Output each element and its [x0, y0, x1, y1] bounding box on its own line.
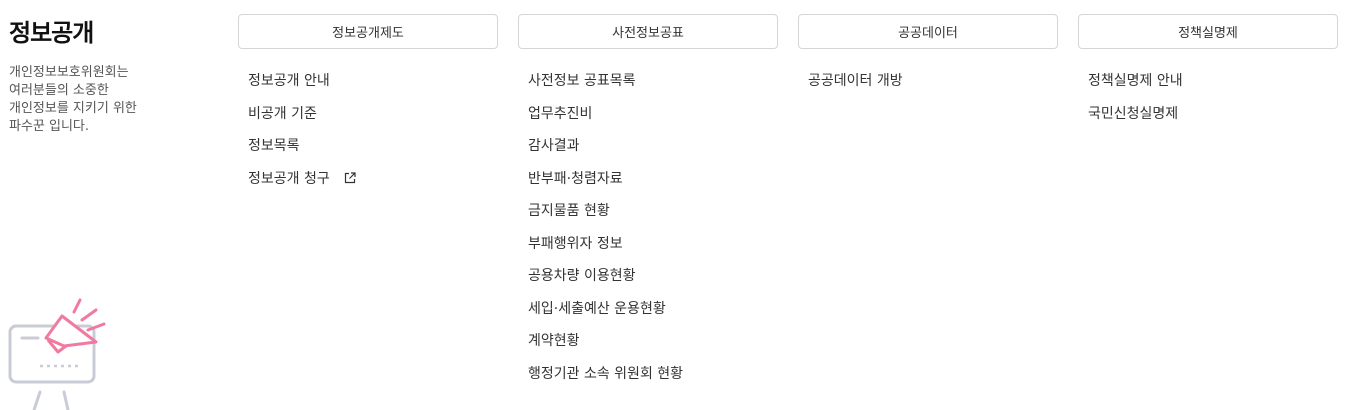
list-item: 공용차량 이용현황 [518, 260, 778, 293]
menu-column-info-disclosure: 정보공개제도 정보공개 안내 비공개 기준 정보목록 정보공개 청구 [238, 14, 498, 195]
menu-link[interactable]: 사전정보 공표목록 [528, 73, 636, 89]
menu-link[interactable]: 국민신청실명제 [1088, 106, 1178, 122]
menu-list: 사전정보 공표목록 업무추진비 감사결과 반부패·청렴자료 금지물품 현황 부패… [518, 65, 778, 390]
menu-link[interactable]: 행정기관 소속 위원회 현황 [528, 366, 683, 382]
list-item: 비공개 기준 [238, 98, 498, 131]
list-item: 반부패·청렴자료 [518, 163, 778, 196]
column-heading-policy-real-name[interactable]: 정책실명제 [1078, 14, 1338, 49]
list-item: 금지물품 현황 [518, 195, 778, 228]
list-item: 정책실명제 안내 [1078, 65, 1338, 98]
menu-link[interactable]: 금지물품 현황 [528, 203, 610, 219]
menu-link[interactable]: 업무추진비 [528, 106, 592, 122]
list-item: 업무추진비 [518, 98, 778, 131]
list-item: 세입·세출예산 운용현황 [518, 293, 778, 326]
list-item: 국민신청실명제 [1078, 98, 1338, 131]
intro-panel: 정보공개 개인정보보호위원회는 여러분들의 소중한 개인정보를 지키기 위한 파… [9, 16, 209, 136]
menu-list: 공공데이터 개방 [798, 65, 1058, 98]
menu-link[interactable]: 공공데이터 개방 [808, 73, 903, 89]
menu-link[interactable]: 정보목록 [248, 138, 300, 154]
menu-link[interactable]: 부패행위자 정보 [528, 236, 623, 252]
menu-link[interactable]: 비공개 기준 [248, 106, 317, 122]
list-item: 정보목록 [238, 130, 498, 163]
list-item: 사전정보 공표목록 [518, 65, 778, 98]
menu-link[interactable]: 정보공개 안내 [248, 73, 330, 89]
menu-column-public-data: 공공데이터 공공데이터 개방 [798, 14, 1058, 98]
menu-link[interactable]: 정보공개 청구 [248, 171, 330, 187]
column-heading-public-data[interactable]: 공공데이터 [798, 14, 1058, 49]
menu-list: 정보공개 안내 비공개 기준 정보목록 정보공개 청구 [238, 65, 498, 195]
list-item: 부패행위자 정보 [518, 228, 778, 261]
column-heading-info-disclosure[interactable]: 정보공개제도 [238, 14, 498, 49]
menu-column-policy-real-name: 정책실명제 정책실명제 안내 국민신청실명제 [1078, 14, 1338, 130]
menu-link[interactable]: 계약현황 [528, 333, 580, 349]
menu-list: 정책실명제 안내 국민신청실명제 [1078, 65, 1338, 130]
menu-link[interactable]: 반부패·청렴자료 [528, 171, 623, 187]
page-title: 정보공개 [9, 19, 94, 47]
intro-description: 개인정보보호위원회는 여러분들의 소중한 개인정보를 지키기 위한 파수꾼 입니… [9, 65, 137, 134]
external-link-icon[interactable] [344, 171, 356, 184]
menu-link[interactable]: 세입·세출예산 운용현황 [528, 301, 666, 317]
menu-link[interactable]: 감사결과 [528, 138, 580, 154]
megaphone-monitor-illustration [8, 298, 106, 410]
menu-column-pre-disclosure: 사전정보공표 사전정보 공표목록 업무추진비 감사결과 반부패·청렴자료 금지물… [518, 14, 778, 390]
column-heading-pre-disclosure[interactable]: 사전정보공표 [518, 14, 778, 49]
menu-link[interactable]: 정책실명제 안내 [1088, 73, 1183, 89]
list-item: 공공데이터 개방 [798, 65, 1058, 98]
list-item: 정보공개 안내 [238, 65, 498, 98]
list-item: 행정기관 소속 위원회 현황 [518, 358, 778, 391]
list-item: 계약현황 [518, 325, 778, 358]
menu-link[interactable]: 공용차량 이용현황 [528, 268, 636, 284]
list-item: 감사결과 [518, 130, 778, 163]
list-item: 정보공개 청구 [238, 163, 498, 196]
